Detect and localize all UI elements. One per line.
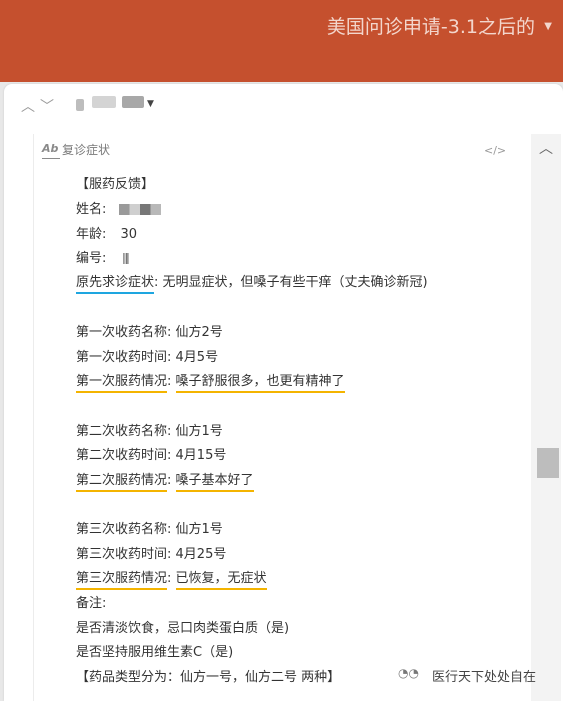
age-line: 年龄: 30 [76,227,137,243]
r2-time-label: 第二次收药时间: [76,448,172,463]
r3-status-line: 第三次服药情况: 已恢复，无症状 [76,571,267,590]
blurred-username [92,96,116,108]
title-dropdown-icon[interactable]: ▼ [544,21,552,32]
id-line: 编号: [76,251,129,267]
r3-time-value: 4月25号 [175,547,227,562]
r3-status-label: 第三次服药情况 [76,571,168,590]
note-editor[interactable]: Ab 复诊症状 </> 【服药反馈】 姓名: 年龄: 30 编号: 原先求诊症状… [33,134,537,701]
r2-name-label: 第二次收药名称: [76,424,172,439]
top-bar: 美国问诊申请-3.1之后的 ▼ [0,0,563,82]
r3-name-line: 第三次收药名称: 仙方1号 [76,522,223,538]
r1-status-line: 第一次服药情况: 嗓子舒服很多，也更有精神了 [76,374,345,393]
r1-time-value: 4月5号 [175,350,219,365]
r1-status-label: 第一次服药情况 [76,374,168,393]
r1-time-line: 第一次收药时间: 4月5号 [76,350,218,366]
name-line: 姓名: [76,202,161,218]
blurred-username [76,99,84,111]
r1-name-value: 仙方2号 [175,325,223,340]
blurred-id [122,253,129,264]
blurred-name [118,204,161,215]
r3-time-line: 第三次收药时间: 4月25号 [76,547,226,563]
chevron-up-icon[interactable]: ︿ [21,96,35,116]
user-dropdown-icon[interactable]: ▼ [147,99,154,109]
watermark-text: 医行天下处处自在 [432,670,537,685]
chevron-down-icon[interactable]: ﹀ [40,96,54,116]
symptom-label: 原先求诊症状 [76,275,155,294]
window-title[interactable]: 美国问诊申请-3.1之后的 [327,16,535,38]
symptom-value: : 无明显症状，但嗓子有些干痒（丈夫确诊新冠) [154,275,428,290]
medicine-types-line: 【药品类型分为：仙方一号，仙方二号 两种】 [76,670,341,685]
r2-time-line: 第二次收药时间: 4月15号 [76,448,226,464]
remarks-label: 备注: [76,596,107,611]
note-panel: ︿ ﹀ ▼ Ab 复诊症状 </> 【服药反馈】 姓名: 年龄: 30 编号: [4,84,563,701]
scrollbar[interactable]: ︿ [531,134,561,701]
blurred-username [122,96,144,108]
r1-name-line: 第一次收药名称: 仙方2号 [76,325,223,341]
feedback-title: 【服药反馈】 [76,177,155,192]
r2-name-line: 第二次收药名称: 仙方1号 [76,424,223,440]
code-view-icon[interactable]: </> [484,144,506,157]
r2-time-value: 4月15号 [175,448,227,463]
vitamin-c-question: 是否坚持服用维生素C（是) [76,645,234,660]
note-header-label: 复诊症状 [62,143,111,157]
r3-name-value: 仙方1号 [175,522,223,537]
text-format-icon[interactable]: Ab [42,142,60,159]
scroll-up-arrow-icon[interactable]: ︿ [539,138,553,158]
symptom-line: 原先求诊症状: 无明显症状，但嗓子有些干痒（丈夫确诊新冠) [76,275,428,294]
r3-name-label: 第三次收药名称: [76,522,172,537]
r1-time-label: 第一次收药时间: [76,350,172,365]
r1-status-value: 嗓子舒服很多，也更有精神了 [175,374,345,393]
r1-name-label: 第一次收药名称: [76,325,172,340]
wechat-icon: ◔◔ [398,666,419,680]
r2-status-label: 第二次服药情况 [76,473,168,492]
age-value: 30 [120,227,138,242]
diet-question: 是否清淡饮食，忌口肉类蛋白质（是) [76,621,290,636]
r2-status-line: 第二次服药情况: 嗓子基本好了 [76,473,254,492]
r3-time-label: 第三次收药时间: [76,547,172,562]
r2-status-value: 嗓子基本好了 [175,473,254,492]
r3-status-value: 已恢复，无症状 [175,571,267,590]
id-label: 编号: [76,251,107,266]
name-label: 姓名: [76,202,107,217]
scrollbar-thumb[interactable] [537,448,559,478]
r2-name-value: 仙方1号 [175,424,223,439]
age-label: 年龄: [76,227,107,242]
